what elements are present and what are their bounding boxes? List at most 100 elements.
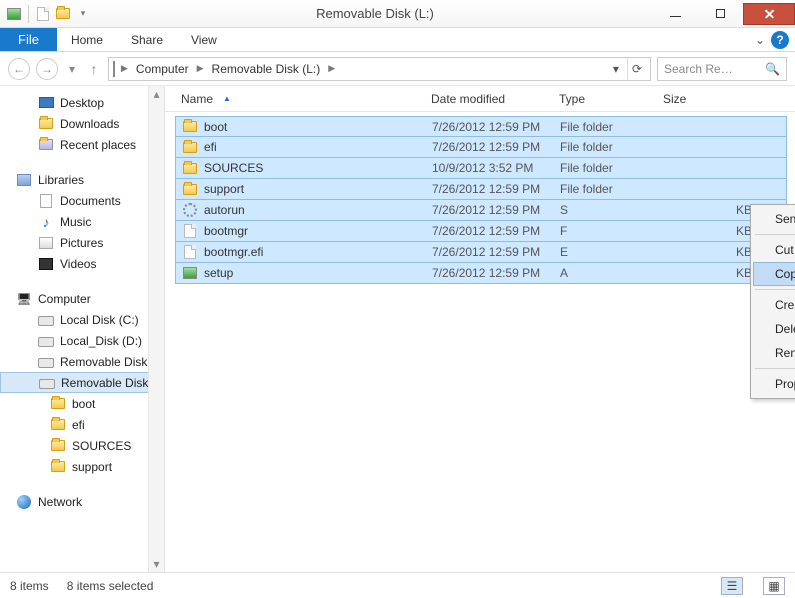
address-dropdown-icon[interactable]: ▾ [609, 62, 623, 76]
column-headers: Name▲ Date modified Type Size [165, 86, 795, 112]
file-list-pane: Name▲ Date modified Type Size boot7/26/2… [165, 86, 795, 572]
qat-dropdown-icon[interactable]: ▾ [75, 6, 91, 22]
nav-local-disk-c[interactable]: Local Disk (C:) [0, 309, 164, 330]
menu-item-send-to[interactable]: Send to▶ [753, 207, 795, 231]
search-box[interactable]: Search Re… 🔍 [657, 57, 787, 81]
music-icon: ♪ [38, 214, 54, 230]
ribbon-tabs: File Home Share View ⌄ ? [0, 28, 795, 52]
nav-pictures[interactable]: Pictures [0, 232, 164, 253]
breadcrumb-computer[interactable]: Computer [134, 62, 191, 76]
file-name: bootmgr.efi [204, 245, 263, 259]
drive-icon [113, 62, 115, 76]
maximize-button[interactable] [698, 3, 743, 25]
nav-label: Pictures [60, 236, 103, 250]
scroll-up-icon[interactable]: ▴ [149, 86, 164, 102]
file-date: 7/26/2012 12:59 PM [426, 224, 554, 238]
file-row[interactable]: support7/26/2012 12:59 PMFile folder [175, 179, 787, 200]
tab-view[interactable]: View [177, 28, 231, 51]
file-list: boot7/26/2012 12:59 PMFile folderefi7/26… [165, 112, 795, 572]
file-row[interactable]: boot7/26/2012 12:59 PMFile folder [175, 116, 787, 137]
recent-locations-icon[interactable]: ▾ [64, 58, 80, 80]
breadcrumb-sep[interactable]: ▶ [119, 63, 130, 74]
nav-child-boot[interactable]: boot [0, 393, 164, 414]
menu-item-cut[interactable]: Cut [753, 238, 795, 262]
nav-downloads[interactable]: Downloads [0, 113, 164, 134]
forward-button[interactable]: → [36, 58, 58, 80]
nav-music[interactable]: ♪Music [0, 211, 164, 232]
menu-item-properties[interactable]: Properties [753, 372, 795, 396]
file-row[interactable]: SOURCES10/9/2012 3:52 PMFile folder [175, 158, 787, 179]
breadcrumb-removable-disk[interactable]: Removable Disk (L:) [210, 62, 323, 76]
menu-item-copy[interactable]: Copy [753, 262, 795, 286]
file-date: 10/9/2012 3:52 PM [426, 161, 554, 175]
view-icons-button[interactable]: ▦ [763, 577, 785, 595]
nav-documents[interactable]: Documents [0, 190, 164, 211]
qat-newfolder-icon[interactable] [55, 6, 71, 22]
file-row[interactable]: efi7/26/2012 12:59 PMFile folder [175, 137, 787, 158]
nav-removable-disk-1[interactable]: Removable Disk ( [0, 351, 164, 372]
file-type: File folder [554, 161, 658, 175]
menu-label: Delete [775, 322, 795, 336]
folder-icon [182, 160, 198, 176]
navpane-scrollbar[interactable]: ▴ ▾ [148, 86, 164, 572]
nav-computer[interactable]: 🖥Computer [0, 288, 164, 309]
file-size: KB [658, 203, 758, 217]
breadcrumb-sep[interactable]: ▶ [195, 63, 206, 74]
nav-child-efi[interactable]: efi [0, 414, 164, 435]
help-icon[interactable]: ? [771, 31, 789, 49]
scroll-down-icon[interactable]: ▾ [149, 556, 164, 572]
menu-divider [755, 368, 795, 369]
file-tab[interactable]: File [0, 28, 57, 51]
nav-local-disk-d[interactable]: Local_Disk (D:) [0, 330, 164, 351]
file-row[interactable]: bootmgr.efi7/26/2012 12:59 PMEKB [175, 242, 787, 263]
nav-label: Recent places [60, 138, 136, 152]
nav-label: support [72, 460, 112, 474]
nav-removable-disk-2[interactable]: Removable Disk ( [0, 372, 164, 393]
folder-icon [182, 119, 198, 135]
window-title: Removable Disk (L:) [97, 6, 653, 21]
nav-libraries[interactable]: Libraries [0, 169, 164, 190]
menu-item-create-shortcut[interactable]: Create shortcut [753, 293, 795, 317]
gear-icon [182, 202, 198, 218]
ribbon-expand-icon[interactable]: ⌄ [749, 28, 771, 51]
file-date: 7/26/2012 12:59 PM [426, 120, 554, 134]
status-item-count: 8 items [10, 579, 49, 593]
nav-label: Desktop [60, 96, 104, 110]
app-icon [6, 6, 22, 22]
col-date[interactable]: Date modified [425, 92, 553, 106]
breadcrumb-sep[interactable]: ▶ [326, 63, 337, 74]
minimize-button[interactable] [653, 3, 698, 25]
nav-network[interactable]: Network [0, 491, 164, 512]
nav-child-sources[interactable]: SOURCES [0, 435, 164, 456]
tab-share[interactable]: Share [117, 28, 177, 51]
nav-label: Removable Disk ( [60, 355, 155, 369]
file-date: 7/26/2012 12:59 PM [426, 266, 554, 280]
status-selected-count: 8 items selected [67, 579, 154, 593]
nav-label: Downloads [60, 117, 119, 131]
nav-child-support[interactable]: support [0, 456, 164, 477]
nav-videos[interactable]: Videos [0, 253, 164, 274]
nav-recent-places[interactable]: Recent places [0, 134, 164, 155]
file-size: KB [658, 266, 758, 280]
file-type: E [554, 245, 658, 259]
file-icon [182, 244, 198, 260]
view-details-button[interactable]: ☰ [721, 577, 743, 595]
nav-desktop[interactable]: Desktop [0, 92, 164, 113]
back-button[interactable]: ← [8, 58, 30, 80]
tab-home[interactable]: Home [57, 28, 117, 51]
file-row[interactable]: autorun7/26/2012 12:59 PMSKB [175, 200, 787, 221]
context-menu: Send to▶ CutCopy Create shortcut Delete Rena… [750, 204, 795, 399]
file-row[interactable]: setup7/26/2012 12:59 PMAKB [175, 263, 787, 284]
file-row[interactable]: bootmgr7/26/2012 12:59 PMFKB [175, 221, 787, 242]
refresh-button[interactable]: ⟳ [627, 58, 646, 80]
qat-properties-icon[interactable] [35, 6, 51, 22]
col-name[interactable]: Name▲ [175, 92, 425, 106]
col-size[interactable]: Size [657, 92, 757, 106]
up-button[interactable]: ↑ [86, 58, 102, 80]
nav-label: Documents [60, 194, 121, 208]
close-button[interactable] [743, 3, 795, 25]
menu-item-rename[interactable]: Rename [753, 341, 795, 365]
address-bar[interactable]: ▶ Computer ▶ Removable Disk (L:) ▶ ▾ ⟳ [108, 57, 651, 81]
col-type[interactable]: Type [553, 92, 657, 106]
menu-item-delete[interactable]: Delete [753, 317, 795, 341]
